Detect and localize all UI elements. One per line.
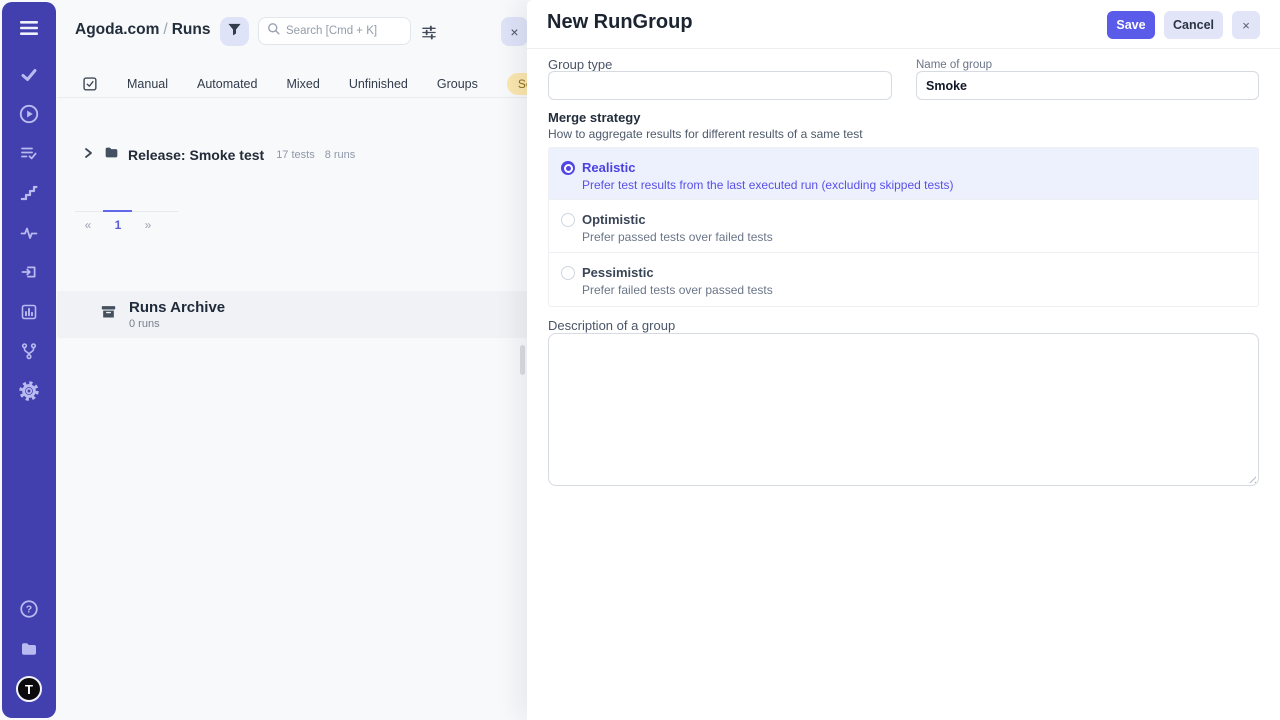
merge-option-title: Pessimistic (582, 265, 773, 280)
breadcrumb-current: Runs (172, 21, 211, 38)
check-icon[interactable] (17, 63, 41, 87)
import-icon[interactable] (17, 260, 41, 284)
search-box (258, 17, 411, 45)
runs-count: 8 runs (325, 149, 356, 161)
play-circle-icon[interactable] (17, 102, 41, 126)
merge-option-1[interactable]: Optimistic Prefer passed tests over fail… (549, 200, 1258, 253)
funnel-icon (227, 22, 242, 42)
sidebar: ? T (2, 2, 56, 718)
merge-option-2[interactable]: Pessimistic Prefer failed tests over pas… (549, 253, 1258, 306)
archive-title: Runs Archive (129, 300, 225, 316)
filter-tabs: Manual Automated Mixed Unfinished Groups… (57, 70, 527, 98)
pagination-next[interactable]: » (133, 218, 163, 232)
avatar[interactable]: T (16, 676, 42, 702)
group-type-input[interactable] (548, 71, 892, 100)
adjustments-icon[interactable] (419, 22, 439, 42)
radio-realistic[interactable] (561, 161, 575, 175)
search-input[interactable] (286, 25, 402, 37)
save-button[interactable]: Save (1107, 11, 1155, 39)
runs-panel: Agoda.com/Runs × Manual Automated Mixed … (57, 0, 527, 720)
breadcrumb: Agoda.com/Runs (75, 21, 210, 39)
archive-count: 0 runs (129, 318, 225, 330)
filter-button[interactable] (220, 17, 249, 46)
close-icon[interactable]: × (1232, 11, 1260, 39)
steps-icon[interactable] (17, 181, 41, 205)
severity-chip[interactable]: Severity (507, 73, 527, 95)
tab-automated[interactable]: Automated (197, 77, 257, 91)
runs-archive-row[interactable]: Runs Archive 0 runs (57, 291, 527, 338)
branch-icon[interactable] (17, 339, 41, 363)
merge-option-description: Prefer test results from the last execut… (582, 178, 954, 192)
tab-mixed[interactable]: Mixed (286, 77, 319, 91)
run-group-label: Release: Smoke test (128, 147, 264, 163)
run-group-counts: 17 tests 8 runs (276, 149, 355, 161)
menu-icon[interactable] (17, 16, 41, 40)
merge-option-description: Prefer passed tests over failed tests (582, 230, 773, 244)
projects-folder-icon[interactable] (17, 637, 41, 661)
group-type-label: Group type (548, 57, 612, 72)
svg-text:?: ? (26, 604, 32, 616)
radio-pessimistic[interactable] (561, 266, 575, 280)
tab-unfinished[interactable]: Unfinished (349, 77, 408, 91)
pagination-prev[interactable]: « (73, 218, 103, 232)
radio-optimistic[interactable] (561, 213, 575, 227)
merge-option-description: Prefer failed tests over passed tests (582, 283, 773, 297)
merge-option-title: Realistic (582, 160, 954, 175)
pagination-page-1[interactable]: 1 (103, 218, 133, 232)
merge-strategy-options: Realistic Prefer test results from the l… (548, 147, 1259, 307)
breadcrumb-separator: / (159, 21, 171, 38)
search-icon (267, 22, 280, 40)
panel-close-button[interactable]: × (501, 17, 527, 46)
panel-resize-handle[interactable] (520, 345, 525, 375)
app-screen: ? T Agoda.com/Runs × Manual Automated M (0, 0, 1280, 720)
tests-count: 17 tests (276, 149, 315, 161)
settings-gear-icon[interactable] (17, 379, 41, 403)
test-runs-icon[interactable] (17, 141, 41, 165)
description-label: Description of a group (548, 318, 675, 333)
analytics-icon[interactable] (17, 300, 41, 324)
tab-manual[interactable]: Manual (127, 77, 168, 91)
run-group-row[interactable]: Release: Smoke test 17 tests 8 runs (57, 142, 527, 168)
pagination-active-indicator (103, 210, 132, 212)
chevron-right-icon[interactable] (84, 146, 93, 164)
name-of-group-label: Name of group (916, 59, 992, 71)
select-all-icon[interactable] (82, 75, 98, 93)
merge-option-0[interactable]: Realistic Prefer test results from the l… (549, 148, 1258, 200)
description-textarea[interactable] (548, 333, 1259, 486)
tab-groups[interactable]: Groups (437, 77, 478, 91)
cancel-button[interactable]: Cancel (1164, 11, 1223, 39)
pagination: « 1 » (73, 218, 163, 232)
merge-option-title: Optimistic (582, 212, 773, 227)
merge-strategy-hint: How to aggregate results for different r… (548, 127, 863, 141)
breadcrumb-project[interactable]: Agoda.com (75, 21, 159, 38)
pulse-icon[interactable] (17, 221, 41, 245)
help-icon[interactable]: ? (17, 597, 41, 621)
name-of-group-input[interactable] (916, 71, 1259, 100)
merge-strategy-label: Merge strategy (548, 110, 640, 125)
folder-icon (103, 145, 120, 165)
new-rungroup-drawer: New RunGroup Save Cancel × Group type Na… (527, 0, 1280, 720)
page-title: New RunGroup (547, 11, 693, 34)
archive-icon (100, 304, 117, 325)
